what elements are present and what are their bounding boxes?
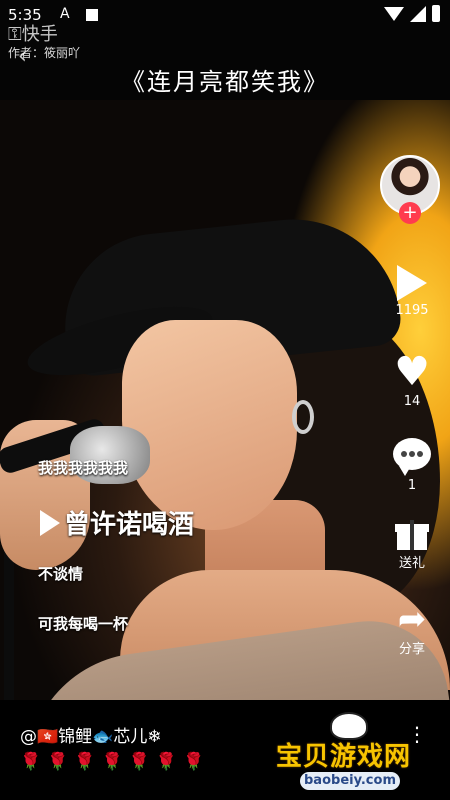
follow-plus-icon[interactable]: + [399,202,421,224]
like-count: 14 [403,394,421,409]
lyric-current: 曾许诺喝酒 [40,504,194,541]
lyric-line-1: 我我我我我我 [38,459,129,477]
play-count-button[interactable]: 1195 [385,265,439,318]
comment-icon [393,438,431,476]
play-count: 1195 [395,303,429,318]
share-label: 分享 [398,642,425,657]
wifi-icon [384,7,404,21]
status-indicator: A [60,6,70,22]
share-button[interactable]: ➦ 分享 [385,602,439,657]
status-bar: 5:35 A [0,0,450,30]
play-icon [397,265,427,301]
lyric-play-icon [40,510,60,536]
signal-icon [410,6,426,22]
face [122,320,297,530]
lyric-line-4: 可我每喝一杯 [38,615,129,633]
lyric-current-text: 曾许诺喝酒 [64,510,195,540]
battery-icon [432,5,440,22]
comment-count: 1 [407,478,417,493]
watermark-url: baobeiy.com [300,772,400,790]
watermark-title: 宝贝游戏网 [276,742,412,772]
caption-roses: 🌹🌹🌹🌹🌹🌹🌹 [20,752,211,772]
earring [292,400,314,434]
gift-icon [395,520,429,550]
like-button[interactable]: ♥ 14 [385,352,439,409]
gift-label: 送礼 [398,556,425,571]
app-name: 快手 [21,24,58,45]
notification-icon [86,9,98,21]
app-logo: ⚿快手 [8,24,58,45]
username[interactable]: @🇭🇰锦鲤🐟芯儿❄ [20,722,162,747]
heart-icon: ♥ [394,349,430,395]
comment-button[interactable]: 1 [385,438,439,493]
song-title: 《连月亮都笑我》 [121,68,329,96]
screen: 我我我我我我 曾许诺喝酒 不谈情 可我每喝一杯 5:35 A ⚿快手 作者：筱丽… [0,0,450,800]
site-watermark: 宝贝游戏网 baobeiy.com [270,712,430,792]
bottom-bar: @🇭🇰锦鲤🐟芯儿❄ 🌹🌹🌹🌹🌹🌹🌹 ⋮ 宝贝游戏网 baobeiy.com [0,700,450,800]
share-icon: ➦ [397,599,427,639]
gift-button[interactable]: 送礼 [385,520,439,571]
creator-avatar[interactable]: + [380,155,440,224]
lyric-line-3: 不谈情 [38,565,84,583]
